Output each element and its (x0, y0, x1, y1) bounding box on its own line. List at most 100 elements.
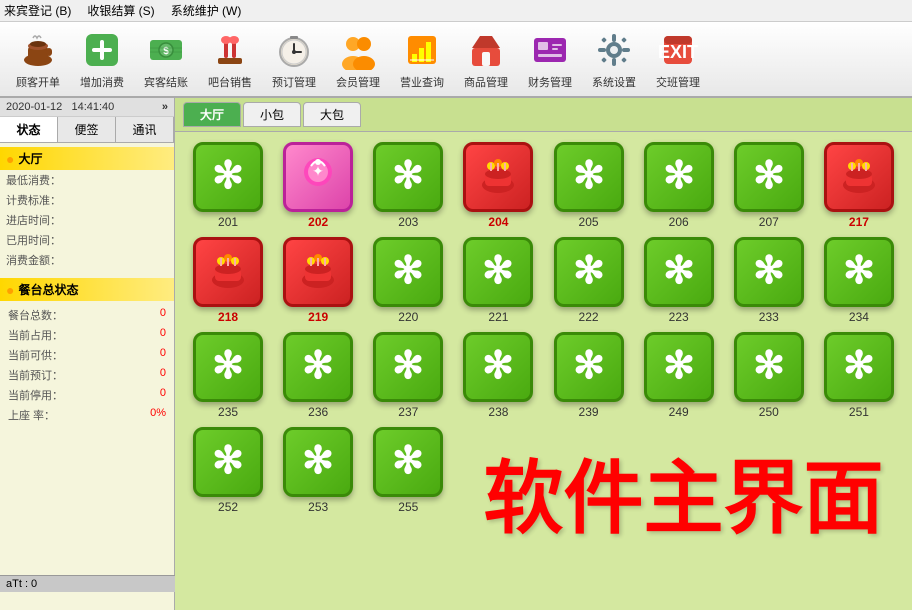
btn-shift-label: 交班管理 (656, 74, 700, 90)
table-234[interactable]: ✻ 234 (818, 237, 900, 324)
svg-text:✻: ✻ (483, 345, 515, 387)
room-tab-large[interactable]: 大包 (303, 102, 361, 127)
svg-text:✻: ✻ (663, 345, 695, 387)
svg-text:✻: ✻ (843, 250, 875, 292)
svg-text:✻: ✻ (392, 155, 424, 197)
date-display: 2020-01-12 14:41:40 (6, 101, 114, 113)
info-billing: 计费标准： (0, 190, 174, 210)
hall-title: ● 大厅 (0, 147, 174, 170)
table-249[interactable]: ✻ 249 (638, 332, 720, 419)
table-202[interactable]: ✦ 202 (277, 142, 359, 229)
btn-bar-sale-label: 吧台销售 (208, 74, 252, 90)
svg-text:✻: ✻ (753, 345, 785, 387)
btn-settings-label: 系统设置 (592, 74, 636, 90)
table-201[interactable]: ✻ 201 (187, 142, 269, 229)
btn-add-consume[interactable]: 增加消费 (72, 26, 132, 92)
btn-add-consume-label: 增加消费 (80, 74, 124, 90)
btn-goods[interactable]: 商品管理 (456, 26, 516, 92)
room-tabs: 大厅 小包 大包 (175, 98, 912, 132)
svg-text:EXIT: EXIT (658, 42, 698, 62)
table-220[interactable]: ✻ 220 (367, 237, 449, 324)
coffee-icon (16, 28, 60, 72)
svg-text:✻: ✻ (212, 440, 244, 482)
table-233[interactable]: ✻ 233 (728, 237, 810, 324)
clock-icon (272, 28, 316, 72)
btn-open-order[interactable]: 顾客开单 (8, 26, 68, 92)
room-tab-small[interactable]: 小包 (243, 102, 301, 127)
btn-bar-sale[interactable]: 吧台销售 (200, 26, 260, 92)
status-bar: aTt : 0 (0, 575, 175, 592)
svg-text:✦: ✦ (312, 163, 324, 179)
menu-system[interactable]: 系统维护 (W) (171, 2, 242, 19)
money-icon: $ (144, 28, 188, 72)
table-219[interactable]: 219 (277, 237, 359, 324)
table-238[interactable]: ✻ 238 (457, 332, 539, 419)
room-tab-hall[interactable]: 大厅 (183, 102, 241, 127)
svg-text:✻: ✻ (302, 345, 334, 387)
stats-title: ● 餐台总状态 (0, 278, 174, 301)
btn-open-order-label: 顾客开单 (16, 74, 60, 90)
table-252[interactable]: ✻ 252 (187, 427, 269, 514)
svg-text:✻: ✻ (212, 155, 244, 197)
table-239[interactable]: ✻ 239 (548, 332, 630, 419)
svg-text:✻: ✻ (392, 250, 424, 292)
svg-text:✻: ✻ (392, 345, 424, 387)
stats-section: 餐台总数： 0 当前占用： 0 当前可供： 0 当前预订： 0 当前停用： 0 … (0, 305, 174, 425)
table-223[interactable]: ✻ 223 (638, 237, 720, 324)
main-area: 2020-01-12 14:41:40 » 状态 便签 通讯 ● 大厅 最低消费… (0, 98, 912, 610)
menu-guest[interactable]: 来宾登记 (B) (4, 2, 71, 19)
table-253[interactable]: ✻ 253 (277, 427, 359, 514)
btn-members-label: 会员管理 (336, 74, 380, 90)
tables-grid: ✻ 201 ✦ 202 ✻ 203 204 ✻ 205 ✻ (175, 132, 912, 610)
table-251[interactable]: ✻ 251 (818, 332, 900, 419)
info-section: 最低消费： 计费标准： 进店时间： 已用时间： 消费金额： (0, 170, 174, 270)
table-203[interactable]: ✻ 203 (367, 142, 449, 229)
svg-text:✻: ✻ (483, 250, 515, 292)
stat-available: 当前可供： 0 (0, 345, 174, 365)
toolbar: 顾客开单 增加消费 $ 宾客结账 (0, 22, 912, 98)
svg-text:✻: ✻ (573, 250, 605, 292)
btn-business-query[interactable]: 营业查询 (392, 26, 452, 92)
btn-reservation[interactable]: 预订管理 (264, 26, 324, 92)
btn-finance-label: 财务管理 (528, 74, 572, 90)
table-206[interactable]: ✻ 206 (638, 142, 720, 229)
members-icon (336, 28, 380, 72)
btn-members[interactable]: 会员管理 (328, 26, 388, 92)
svg-text:$: $ (163, 46, 169, 57)
table-236[interactable]: ✻ 236 (277, 332, 359, 419)
btn-finance[interactable]: 财务管理 (520, 26, 580, 92)
table-255[interactable]: ✻ 255 (367, 427, 449, 514)
collapse-btn[interactable]: » (162, 101, 168, 113)
table-207[interactable]: ✻ 207 (728, 142, 810, 229)
svg-text:✻: ✻ (392, 440, 424, 482)
table-218[interactable]: 218 (187, 237, 269, 324)
table-237[interactable]: ✻ 237 (367, 332, 449, 419)
table-204[interactable]: 204 (457, 142, 539, 229)
menu-cashier[interactable]: 收银结算 (S) (87, 2, 154, 19)
finance-icon (528, 28, 572, 72)
stat-occupied: 当前占用： 0 (0, 325, 174, 345)
hall-dot: ● (6, 151, 14, 167)
svg-text:✻: ✻ (302, 440, 334, 482)
tab-row: 状态 便签 通讯 (0, 117, 174, 143)
date-bar: 2020-01-12 14:41:40 » (0, 98, 174, 117)
tab-note[interactable]: 便签 (58, 117, 116, 142)
table-222[interactable]: ✻ 222 (548, 237, 630, 324)
btn-settings[interactable]: 系统设置 (584, 26, 644, 92)
bar-icon (208, 28, 252, 72)
svg-text:✻: ✻ (573, 345, 605, 387)
tab-status[interactable]: 状态 (0, 117, 58, 142)
info-used-time: 已用时间： (0, 230, 174, 250)
info-min-cost: 最低消费： (0, 170, 174, 190)
table-221[interactable]: ✻ 221 (457, 237, 539, 324)
btn-reservation-label: 预订管理 (272, 74, 316, 90)
btn-checkout[interactable]: $ 宾客结账 (136, 26, 196, 92)
table-205[interactable]: ✻ 205 (548, 142, 630, 229)
table-235[interactable]: ✻ 235 (187, 332, 269, 419)
svg-text:✻: ✻ (663, 155, 695, 197)
tab-comm[interactable]: 通讯 (116, 117, 174, 142)
table-250[interactable]: ✻ 250 (728, 332, 810, 419)
btn-shift[interactable]: EXIT 交班管理 (648, 26, 708, 92)
stats-dot: ● (6, 282, 14, 298)
table-217[interactable]: 217 (818, 142, 900, 229)
